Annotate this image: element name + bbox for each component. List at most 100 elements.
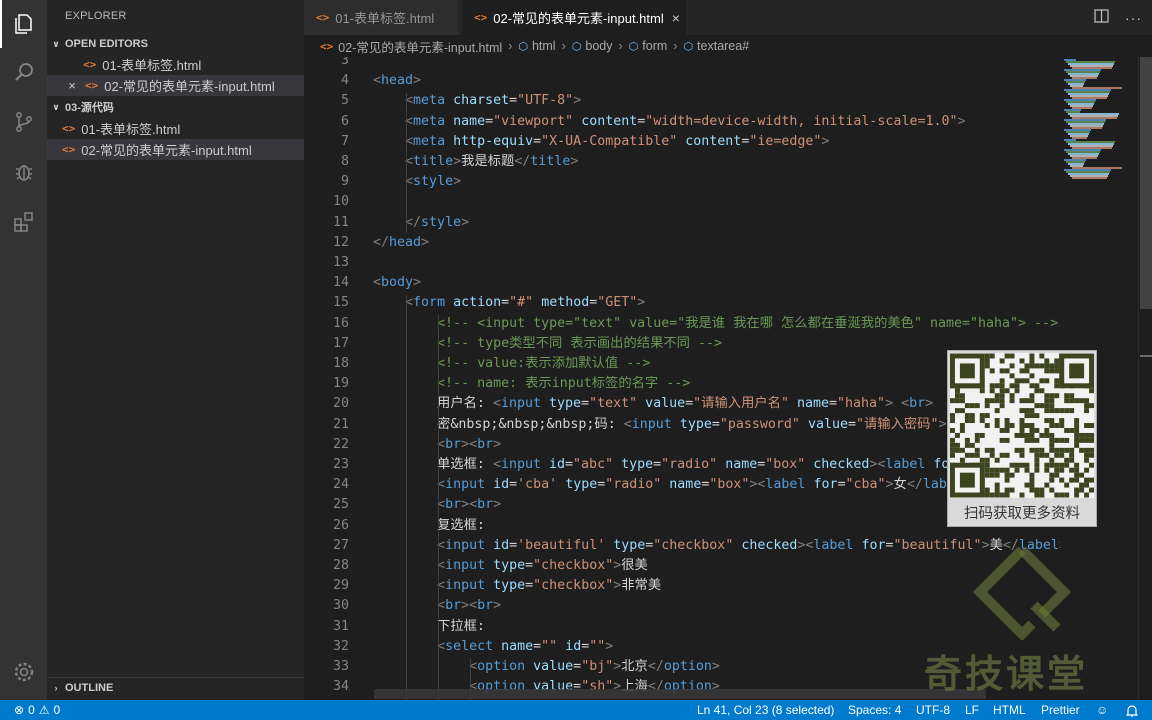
breadcrumb-textarea[interactable]: textarea# <box>697 39 749 53</box>
qr-module <box>1044 482 1050 488</box>
code-line[interactable]: 4 <head> <box>304 71 1064 91</box>
qr-module <box>1019 492 1025 498</box>
qr-module <box>1044 363 1050 369</box>
code-text: <!-- type类型不同 表示画出的结果不同 --> <box>373 334 722 354</box>
code-line[interactable]: 27 <input id='beautiful' type="checkbox"… <box>304 536 1067 556</box>
settings-gear-icon[interactable] <box>0 648 47 696</box>
code-token: title <box>530 154 571 169</box>
indentation[interactable]: Spaces: 4 <box>848 700 901 720</box>
qr-module <box>999 378 1005 384</box>
qr-module <box>1054 462 1060 468</box>
code-line[interactable]: 10 <box>304 192 1064 212</box>
code-line[interactable]: 7 <meta http-equiv="X-UA-Compatible" con… <box>304 132 1064 152</box>
line-number: 33 <box>332 659 349 674</box>
tab-02-html[interactable]: <> 02-常见的表单元素-input.html × <box>462 0 686 35</box>
code-line[interactable]: 8 <title>我是标题</title> <box>304 152 1064 172</box>
qr-module <box>1029 432 1035 438</box>
code-token: <!-- name: 表示input标签的名字 --> <box>437 376 691 392</box>
encoding[interactable]: UTF-8 <box>916 700 950 720</box>
outline-header[interactable]: › OUTLINE <box>47 678 304 698</box>
qr-module <box>984 403 990 409</box>
code-token: charset <box>453 93 510 109</box>
qr-module <box>984 472 990 478</box>
qr-module <box>1079 437 1085 443</box>
code-token: = <box>573 659 582 674</box>
qr-module <box>989 447 995 453</box>
more-actions-icon[interactable]: ··· <box>1125 10 1142 26</box>
folder-header[interactable]: ∨ 03-源代码 <box>47 97 304 117</box>
qr-module <box>1039 363 1045 369</box>
code-token: type <box>679 416 712 432</box>
element-icon: ⬡ <box>683 40 694 53</box>
breadcrumb-html[interactable]: html <box>532 39 556 53</box>
split-editor-icon[interactable] <box>1094 9 1109 26</box>
code-line[interactable]: 28 <input type="checkbox">很美 <box>304 556 1064 576</box>
code-line[interactable]: 31 下拉框: <box>304 617 1064 637</box>
qr-module <box>1019 452 1025 458</box>
qr-module <box>1049 432 1055 438</box>
breadcrumb-form[interactable]: form <box>642 39 667 53</box>
tab-01-html[interactable]: <> 01-表单标签.html <box>304 0 459 35</box>
source-control-icon[interactable] <box>0 98 47 146</box>
code-token: = <box>685 396 694 412</box>
cursor-position[interactable]: Ln 41, Col 23 (8 selected) <box>697 700 834 720</box>
code-token: value <box>645 396 686 412</box>
qr-module <box>1049 472 1055 478</box>
explorer-icon[interactable] <box>0 0 47 48</box>
open-editor-item[interactable]: <> 01-表单标签.html <box>47 54 304 75</box>
code-line[interactable]: 6 <meta name="viewport" content="width=d… <box>304 112 1064 132</box>
notifications-icon[interactable] <box>1126 700 1138 720</box>
problems-indicator[interactable]: ⊗ 0 ⚠ 0 <box>14 700 60 720</box>
code-line[interactable]: 12 </head> <box>304 233 1064 253</box>
debug-icon[interactable] <box>0 148 47 196</box>
qr-module <box>1034 383 1040 389</box>
code-line[interactable]: 14 <body> <box>304 273 1064 293</box>
qr-module <box>1029 472 1035 478</box>
code-line[interactable]: 30 <br><br> <box>304 596 1064 616</box>
qr-module <box>984 413 990 419</box>
qr-module <box>1084 437 1090 443</box>
line-ending[interactable]: LF <box>965 700 979 720</box>
qr-module <box>984 487 990 493</box>
code-line[interactable]: 11 </style> <box>304 213 1064 233</box>
code-line[interactable]: 3 <box>304 57 1064 71</box>
breadcrumb-body[interactable]: body <box>585 39 612 53</box>
code-line[interactable]: 13 <box>304 253 1064 273</box>
qr-module <box>1084 492 1090 498</box>
horizontal-scrollbar[interactable] <box>374 689 986 699</box>
code-line[interactable]: 9 <style> <box>304 172 1064 192</box>
scrollbar-thumb[interactable] <box>1140 57 1152 309</box>
qr-module <box>1059 477 1065 483</box>
code-line[interactable]: 15 <form action="#" method="GET"> <box>304 293 1064 313</box>
code-line[interactable]: 16 <!-- <input type="text" value="我是谁 我在… <box>304 314 1064 334</box>
qr-code-overlay: 扫码获取更多资料 <box>947 350 1097 527</box>
code-line[interactable]: 5 <meta charset="UTF-8"> <box>304 91 1064 111</box>
breadcrumb-file[interactable]: 02-常见的表单元素-input.html <box>338 37 502 56</box>
code-token: "X-UA-Compatible" <box>541 133 678 149</box>
extensions-icon[interactable] <box>0 198 47 246</box>
qr-module <box>1004 418 1010 424</box>
code-token: select <box>445 638 502 654</box>
line-number: 13 <box>332 255 349 270</box>
feedback-icon[interactable]: ☺ <box>1096 700 1108 720</box>
file-tree-item[interactable]: <> 01-表单标签.html <box>47 118 304 139</box>
language-mode[interactable]: HTML <box>993 700 1026 720</box>
file-tree-item-selected[interactable]: <> 02-常见的表单元素-input.html <box>47 139 304 160</box>
qr-module <box>1074 472 1080 478</box>
code-line[interactable]: 29 <input type="checkbox">非常美 <box>304 576 1064 596</box>
qr-module <box>1044 403 1050 409</box>
qr-module <box>1064 457 1070 463</box>
formatter[interactable]: Prettier <box>1041 700 1080 720</box>
close-icon[interactable]: × <box>672 10 680 26</box>
code-token: 复选框: <box>373 517 485 533</box>
qr-module <box>954 442 960 448</box>
open-editors-header[interactable]: ∨ OPEN EDITORS <box>47 34 304 54</box>
qr-module <box>1069 457 1075 463</box>
close-icon[interactable]: × <box>65 78 79 93</box>
code-token: "checkbox" <box>653 537 734 553</box>
code-token: "checkbox" <box>533 578 614 594</box>
open-editor-item-active[interactable]: × <> 02-常见的表单元素-input.html <box>47 75 304 96</box>
search-icon[interactable] <box>0 48 47 96</box>
